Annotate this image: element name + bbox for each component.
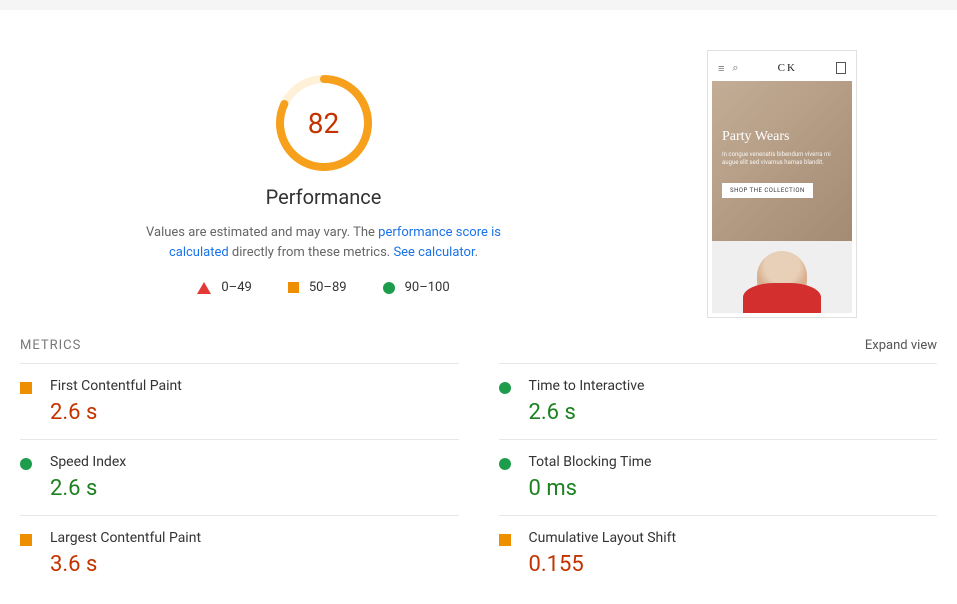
desc-text-3: .: [475, 245, 478, 260]
top-bar: [0, 0, 957, 10]
circle-green-icon: [499, 458, 511, 470]
score-legend: 0–49 50–89 90–100: [197, 280, 449, 295]
preview-hero: Party Wears In congue venenatis bibendum…: [712, 81, 852, 241]
metric-label: Time to Interactive: [529, 378, 645, 394]
hamburger-icon: ≡: [718, 62, 724, 75]
metric-label: Cumulative Layout Shift: [529, 530, 677, 546]
preview-model-image: [712, 241, 852, 313]
calculator-link[interactable]: See calculator: [393, 245, 474, 260]
preview-hero-button: SHOP THE COLLECTION: [722, 183, 813, 198]
metric-row: First Contentful Paint 2.6 s: [20, 363, 459, 439]
search-icon: ⌕: [732, 61, 738, 75]
metric-body: Time to Interactive 2.6 s: [529, 378, 645, 425]
legend-avg-label: 50–89: [309, 280, 347, 295]
summary-section: 82 Performance Values are estimated and …: [0, 10, 957, 338]
metrics-title: METRICS: [20, 338, 81, 353]
metric-value: 0.155: [529, 552, 677, 577]
legend-poor: 0–49: [197, 280, 251, 295]
legend-average: 50–89: [288, 280, 347, 295]
preview-hero-title: Party Wears: [722, 129, 842, 145]
metric-label: Speed Index: [50, 454, 126, 470]
bag-icon: [836, 62, 846, 74]
performance-description: Values are estimated and may vary. The p…: [124, 223, 524, 262]
metric-row: Speed Index 2.6 s: [20, 439, 459, 515]
metrics-grid: First Contentful Paint2.6 sTime to Inter…: [0, 363, 957, 591]
metric-body: Speed Index 2.6 s: [50, 454, 126, 501]
preview-face: [757, 251, 807, 301]
expand-view-link[interactable]: Expand view: [865, 338, 937, 353]
metric-label: Largest Contentful Paint: [50, 530, 201, 546]
score-gauge: 82: [274, 73, 374, 173]
summary-left: 82 Performance Values are estimated and …: [20, 50, 627, 318]
metric-label: Total Blocking Time: [529, 454, 652, 470]
metric-label: First Contentful Paint: [50, 378, 182, 394]
square-orange-icon: [20, 382, 32, 394]
metric-body: Largest Contentful Paint 3.6 s: [50, 530, 201, 577]
metric-body: First Contentful Paint 2.6 s: [50, 378, 182, 425]
metric-value: 0 ms: [529, 476, 652, 501]
desc-text-1: Values are estimated and may vary. The: [146, 225, 378, 240]
metric-value: 3.6 s: [50, 552, 201, 577]
metric-body: Total Blocking Time 0 ms: [529, 454, 652, 501]
legend-poor-label: 0–49: [221, 280, 251, 295]
preview-header: ≡ ⌕ CK: [712, 55, 852, 81]
square-orange-icon: [288, 282, 299, 293]
preview-red-clothing: [743, 283, 821, 313]
square-orange-icon: [499, 534, 511, 546]
circle-green-icon: [383, 282, 395, 294]
preview-hero-subtitle: In congue venenatis bibendum viverra mi …: [722, 151, 842, 167]
triangle-red-icon: [197, 282, 211, 294]
metric-row: Largest Contentful Paint 3.6 s: [20, 515, 459, 591]
metric-value: 2.6 s: [529, 400, 645, 425]
score-value: 82: [274, 73, 374, 173]
metric-row: Total Blocking Time 0 ms: [499, 439, 938, 515]
performance-title: Performance: [266, 185, 382, 209]
circle-green-icon: [20, 458, 32, 470]
metric-body: Cumulative Layout Shift 0.155: [529, 530, 677, 577]
metric-value: 2.6 s: [50, 400, 182, 425]
circle-green-icon: [499, 382, 511, 394]
preview-logo: CK: [747, 62, 828, 74]
desc-text-2: directly from these metrics.: [229, 245, 394, 260]
legend-good-label: 90–100: [405, 280, 450, 295]
square-orange-icon: [20, 534, 32, 546]
page-preview: ≡ ⌕ CK Party Wears In congue venenatis b…: [707, 50, 857, 318]
metrics-header: METRICS Expand view: [0, 338, 957, 363]
metric-value: 2.6 s: [50, 476, 126, 501]
metric-row: Time to Interactive 2.6 s: [499, 363, 938, 439]
summary-right: ≡ ⌕ CK Party Wears In congue venenatis b…: [627, 50, 937, 318]
metric-row: Cumulative Layout Shift 0.155: [499, 515, 938, 591]
legend-good: 90–100: [383, 280, 450, 295]
